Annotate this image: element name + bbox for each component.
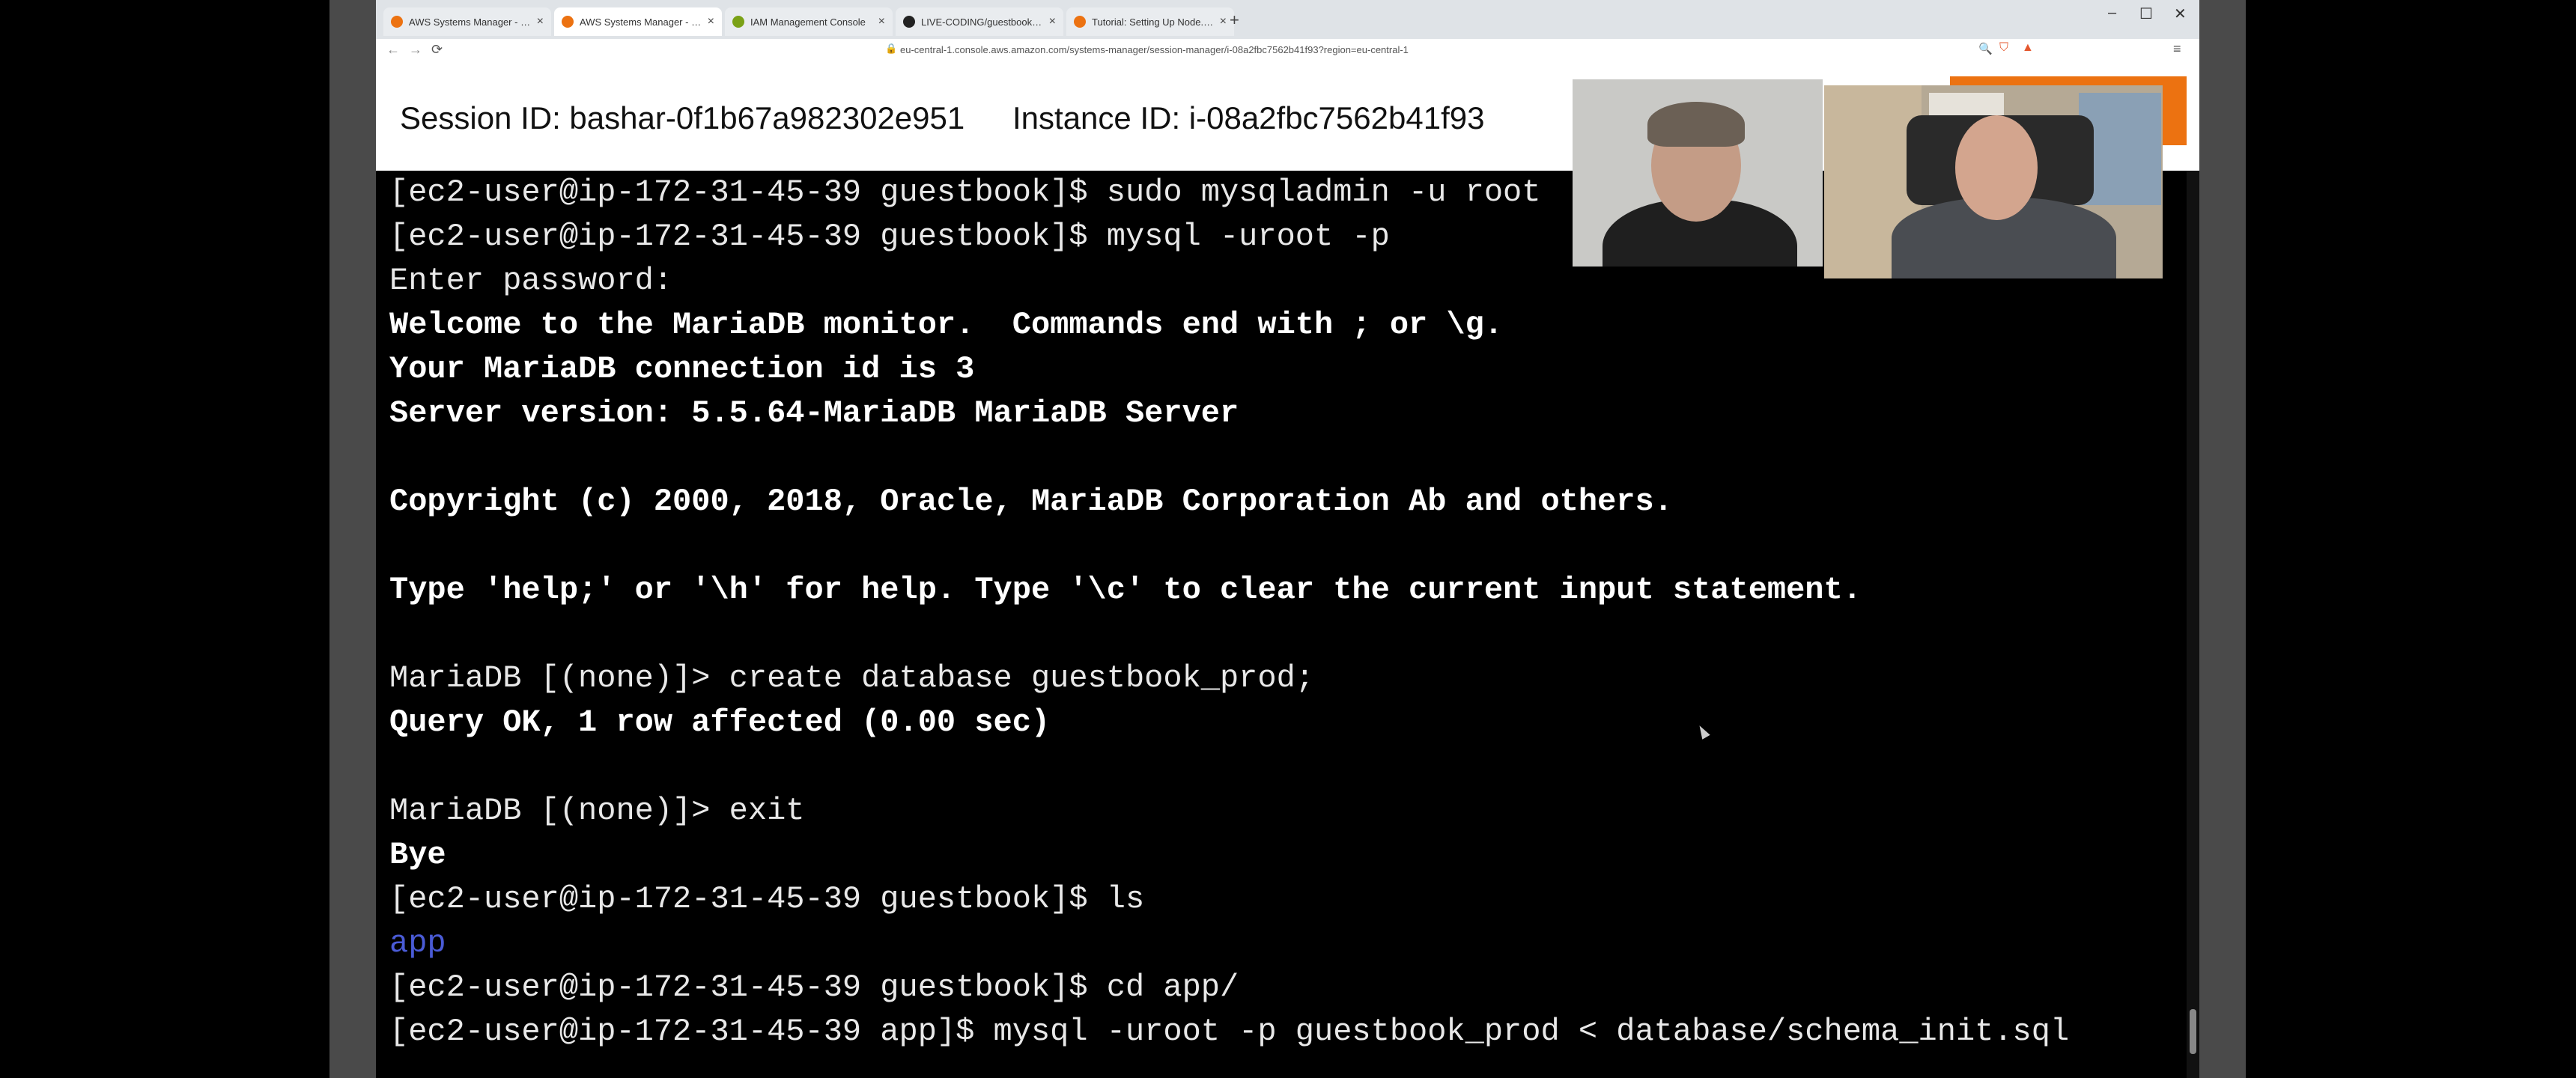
terminal[interactable]: [ec2-user@ip-172-31-45-39 guestbook]$ su… <box>376 171 2199 1078</box>
browser-tab[interactable]: LIVE-CODING/guestbook-app at master × <box>896 7 1063 36</box>
tab-title: Tutorial: Setting Up Node.js on an Amazo… <box>1092 16 1215 28</box>
webcam-feed-left <box>1573 79 1823 267</box>
terminal-line: [ec2-user@ip-172-31-45-39 app]$ mysql -u… <box>389 1014 2070 1050</box>
tab-close-icon[interactable]: × <box>878 15 885 28</box>
terminal-line: Bye <box>389 837 446 873</box>
shield-icon[interactable]: ⛉ <box>1999 41 2008 55</box>
tab-title: IAM Management Console <box>750 16 866 28</box>
tab-title: LIVE-CODING/guestbook-app at master <box>921 16 1045 28</box>
tab-favicon-icon <box>903 16 915 28</box>
scrollbar-thumb[interactable] <box>2190 1009 2196 1054</box>
browser-tab[interactable]: AWS Systems Manager - Session Manager × <box>383 7 551 36</box>
tab-title: AWS Systems Manager - Session Manager <box>409 16 532 28</box>
terminal-line: MariaDB [(none)]> exit <box>389 793 805 829</box>
webcam-feed-right <box>1824 85 2163 278</box>
tab-favicon-icon <box>1074 16 1086 28</box>
right-letterbox <box>2199 0 2246 1078</box>
tab-favicon-icon <box>732 16 744 28</box>
tab-strip: AWS Systems Manager - Session Manager×AW… <box>376 0 2199 39</box>
search-icon[interactable]: 🔍 <box>1978 42 1993 55</box>
close-window-button[interactable]: ✕ <box>2174 4 2187 23</box>
browser-tab[interactable]: Tutorial: Setting Up Node.js on an Amazo… <box>1066 7 1234 36</box>
rewards-icon[interactable]: ▲ <box>2022 41 2034 55</box>
terminal-line: [ec2-user@ip-172-31-45-39 guestbook]$ ls <box>389 881 1145 917</box>
terminal-line: Copyright (c) 2000, 2018, Oracle, MariaD… <box>389 484 1673 520</box>
back-button[interactable]: ← <box>386 42 400 58</box>
terminal-line: app <box>389 925 446 961</box>
terminal-line: Type 'help;' or '\h' for help. Type '\c'… <box>389 572 1862 608</box>
terminal-line: Server version: 5.5.64-MariaDB MariaDB S… <box>389 395 1239 431</box>
lock-icon: 🔒 <box>885 43 898 54</box>
session-id: Session ID: bashar-0f1b67a982302e951 <box>400 100 965 135</box>
terminal-scrollbar[interactable] <box>2187 171 2199 1078</box>
instance-id: Instance ID: i-08a2fbc7562b41f93 <box>1012 100 1485 135</box>
terminal-line: [ec2-user@ip-172-31-45-39 guestbook]$ cd… <box>389 969 1239 1005</box>
maximize-button[interactable]: ☐ <box>2139 4 2153 23</box>
browser-tab[interactable]: IAM Management Console × <box>725 7 893 36</box>
minimize-button[interactable]: – <box>2108 4 2116 22</box>
tab-favicon-icon <box>391 16 403 28</box>
tab-title: AWS Systems Manager - Session Manager <box>580 16 703 28</box>
tab-favicon-icon <box>562 16 574 28</box>
terminal-line: Your MariaDB connection id is 3 <box>389 351 975 387</box>
menu-icon[interactable]: ≡ <box>2173 41 2181 57</box>
forward-button[interactable]: → <box>409 42 422 58</box>
url-input[interactable]: eu-central-1.console.aws.amazon.com/syst… <box>900 41 2038 59</box>
browser-tab[interactable]: AWS Systems Manager - Session Manager × <box>554 7 722 36</box>
left-letterbox <box>329 0 376 1078</box>
terminal-line: Welcome to the MariaDB monitor. Commands… <box>389 307 1504 343</box>
tab-close-icon[interactable]: × <box>708 15 714 28</box>
terminal-line: Query OK, 1 row affected (0.00 sec) <box>389 704 1051 740</box>
tab-close-icon[interactable]: × <box>1220 15 1227 28</box>
new-tab-button[interactable]: + <box>1230 10 1239 30</box>
terminal-line: MariaDB [(none)]> create database guestb… <box>389 660 1315 696</box>
reload-button[interactable]: ⟳ <box>431 42 443 58</box>
tab-close-icon[interactable]: × <box>537 15 544 28</box>
tab-close-icon[interactable]: × <box>1049 15 1056 28</box>
address-bar: ← → ⟳ 🔒 eu-central-1.console.aws.amazon.… <box>376 39 2199 62</box>
